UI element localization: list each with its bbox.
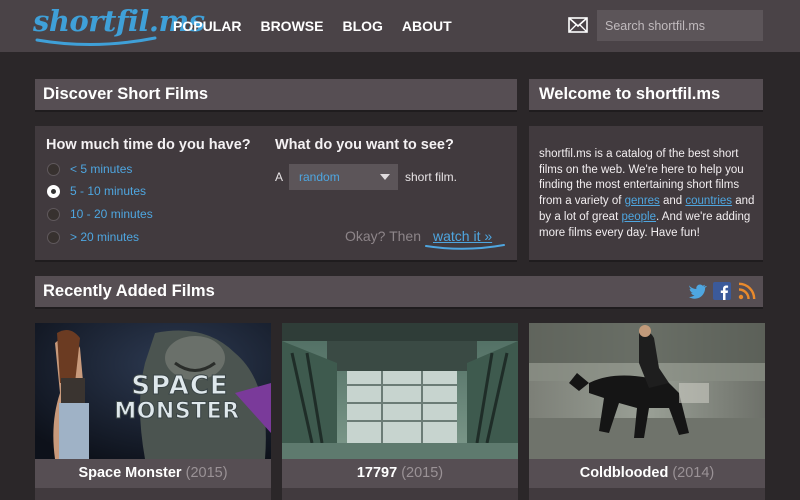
recent-films-header: Recently Added Films <box>35 276 763 307</box>
discover-panel: How much time do you have? < 5 minutes 5… <box>35 126 517 260</box>
welcome-text: shortfil.ms is a catalog of the best sho… <box>539 147 763 241</box>
time-option-10-20[interactable]: 10 - 20 minutes <box>47 207 153 221</box>
site-logo[interactable]: shortfil.ms <box>33 4 205 48</box>
time-option-label[interactable]: < 5 minutes <box>70 162 132 176</box>
film-card-space-monster[interactable]: SPACE MONSTER Space Monster (2015) <box>35 323 271 500</box>
discover-panel-header: Discover Short Films <box>35 79 517 110</box>
main-nav: POPULAR BROWSE BLOG ABOUT <box>173 18 471 34</box>
time-option-label[interactable]: > 20 minutes <box>70 230 139 244</box>
poster-title-monster: MONSTER <box>114 399 240 425</box>
time-option-under-5[interactable]: < 5 minutes <box>47 162 132 176</box>
film-card-17797[interactable]: 17797 (2015) <box>282 323 518 500</box>
nav-about[interactable]: ABOUT <box>402 18 452 34</box>
film-title[interactable]: Space Monster <box>78 465 181 481</box>
film-card-coldblooded[interactable]: Coldblooded (2014) <box>529 323 765 500</box>
top-navigation-bar: shortfil.ms POPULAR BROWSE BLOG ABOUT <box>0 0 800 52</box>
genres-link[interactable]: genres <box>625 195 660 207</box>
logo-swoosh <box>35 36 157 47</box>
time-option-label[interactable]: 5 - 10 minutes <box>70 184 146 198</box>
discover-title: Discover Short Films <box>43 85 209 103</box>
nav-blog[interactable]: BLOG <box>342 18 382 34</box>
film-caption[interactable]: 17797 (2015) <box>282 459 518 488</box>
radio-button[interactable] <box>47 162 60 176</box>
chevron-down-icon <box>380 174 390 180</box>
okay-prompt: Okay? Then <box>345 228 422 244</box>
radio-button-selected[interactable] <box>47 184 60 198</box>
film-year: (2014) <box>672 465 715 481</box>
mail-icon[interactable] <box>568 17 588 33</box>
nav-browse[interactable]: BROWSE <box>260 18 323 34</box>
time-option-over-20[interactable]: > 20 minutes <box>47 230 139 244</box>
welcome-title: Welcome to shortfil.ms <box>539 85 721 103</box>
film-year: (2015) <box>185 465 228 481</box>
time-option-5-10[interactable]: 5 - 10 minutes <box>47 184 146 198</box>
film-thumbnail[interactable] <box>529 323 765 459</box>
welcome-panel-header: Welcome to shortfil.ms <box>529 79 763 110</box>
nav-popular[interactable]: POPULAR <box>173 18 241 34</box>
twitter-icon[interactable] <box>689 282 707 300</box>
see-question: What do you want to see? <box>275 137 454 153</box>
film-title[interactable]: Coldblooded <box>580 465 669 481</box>
coldblooded-still <box>529 323 765 459</box>
film-thumbnail[interactable] <box>282 323 518 459</box>
film-year: (2015) <box>401 465 444 481</box>
sentence-suffix: short film. <box>405 170 458 184</box>
recent-films-title: Recently Added Films <box>43 282 215 300</box>
sentence-prefix: A <box>275 170 284 184</box>
watch-it-link[interactable]: watch it » <box>433 228 492 244</box>
rss-icon[interactable] <box>738 282 756 300</box>
people-link[interactable]: people <box>621 211 656 223</box>
search-input[interactable] <box>597 10 763 41</box>
select-value: random <box>299 170 340 184</box>
welcome-text-part: and <box>659 195 686 208</box>
film-thumbnail[interactable]: SPACE MONSTER <box>35 323 271 459</box>
watch-swoosh <box>425 244 505 250</box>
radio-button[interactable] <box>47 207 60 221</box>
facebook-icon[interactable] <box>713 282 731 300</box>
time-option-label[interactable]: 10 - 20 minutes <box>70 207 153 221</box>
film-17797-still <box>282 323 518 459</box>
film-caption[interactable]: Space Monster (2015) <box>35 459 271 488</box>
film-title[interactable]: 17797 <box>357 465 397 481</box>
countries-link[interactable]: countries <box>685 195 732 207</box>
time-question: How much time do you have? <box>46 137 251 153</box>
poster-title-space: SPACE <box>131 371 229 402</box>
radio-button[interactable] <box>47 230 60 244</box>
film-caption[interactable]: Coldblooded (2014) <box>529 459 765 488</box>
genre-select[interactable]: random <box>289 164 398 190</box>
welcome-panel: shortfil.ms is a catalog of the best sho… <box>529 126 763 260</box>
